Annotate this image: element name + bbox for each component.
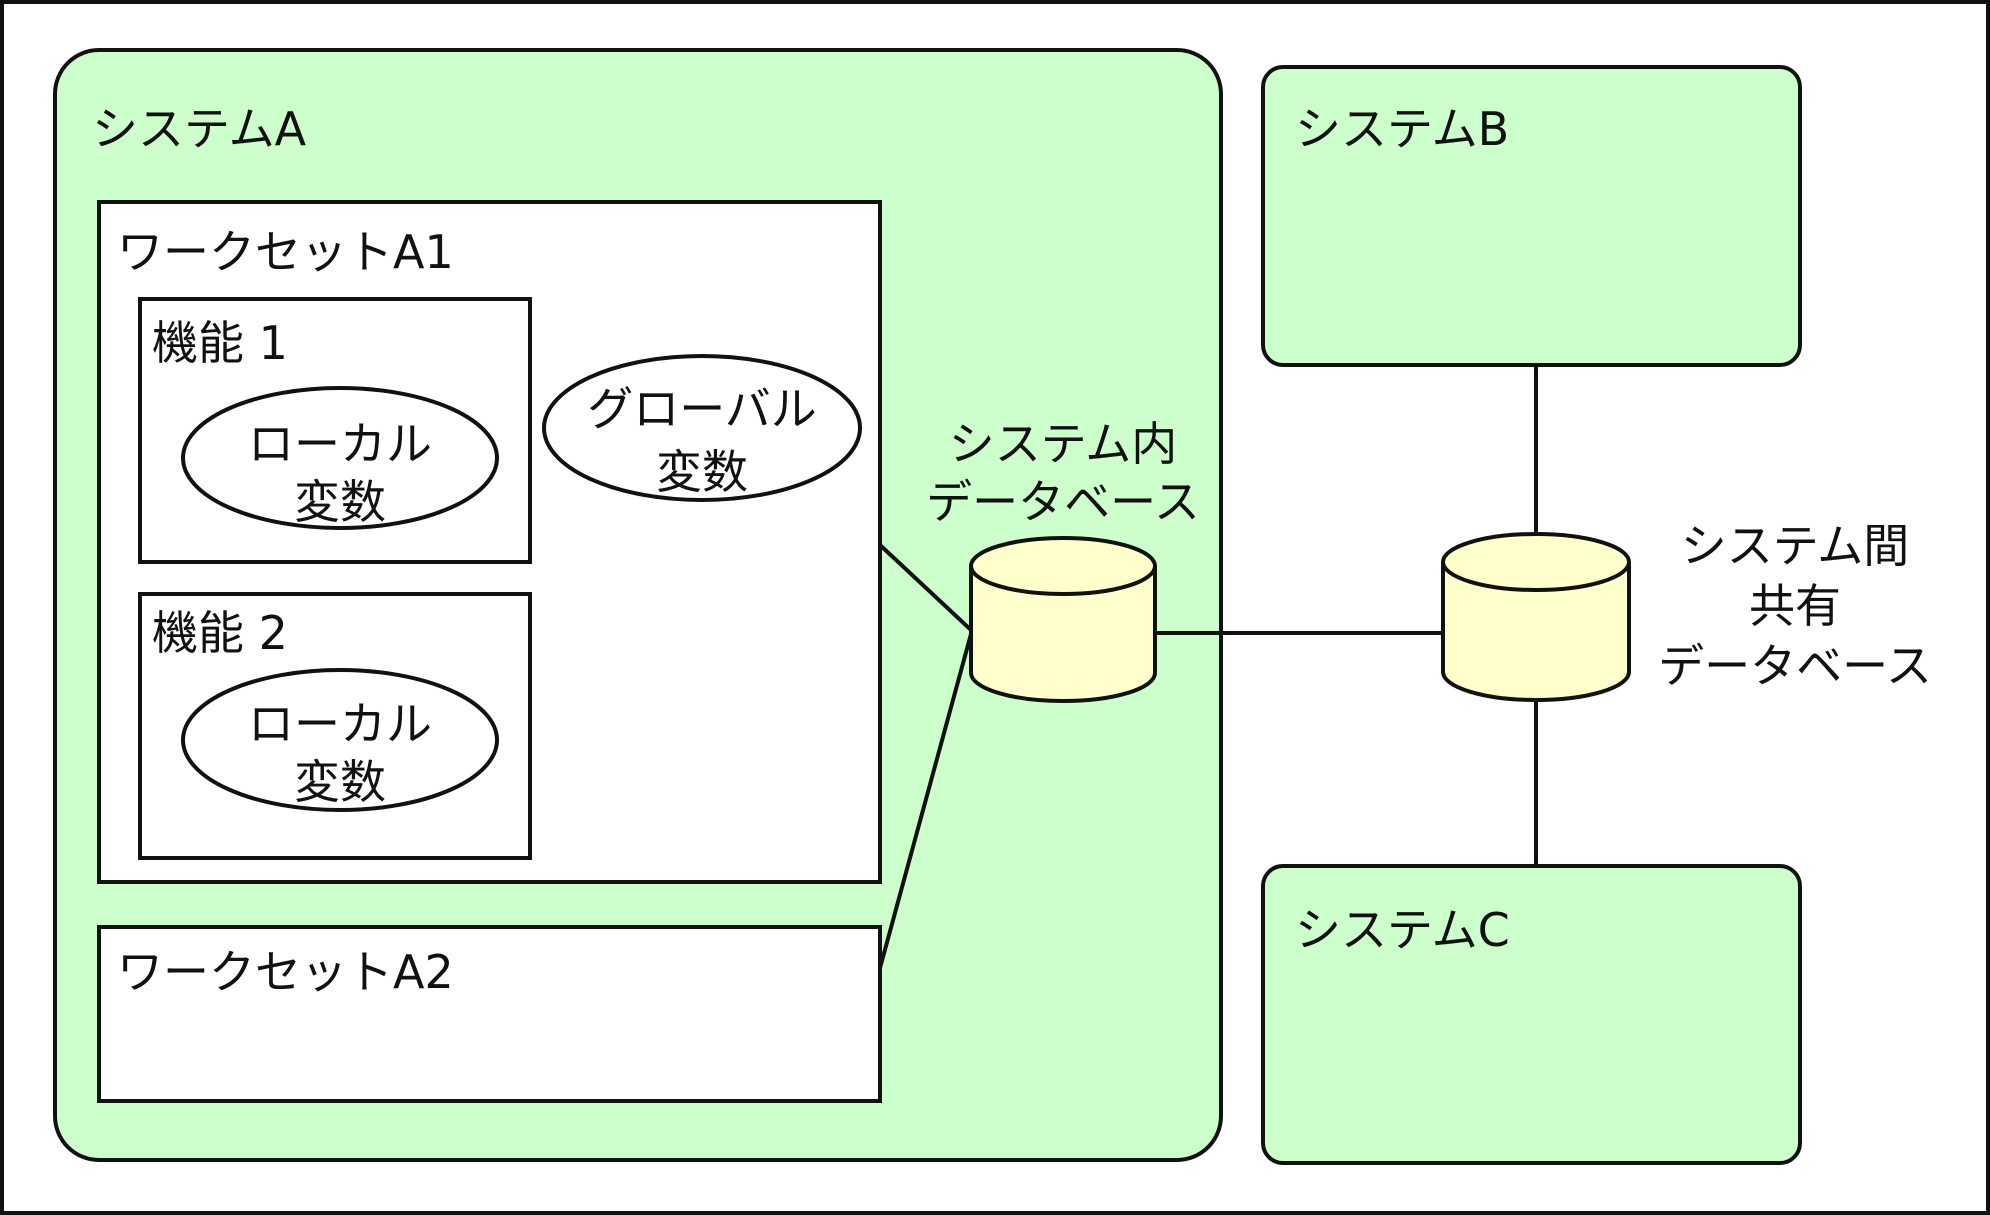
shared-database-label-line1: システム間	[1681, 519, 1910, 573]
system-b-label: システムB	[1295, 102, 1509, 156]
shared-database-label-line3: データベース	[1658, 639, 1932, 693]
function-1-label: 機能 1	[152, 316, 288, 370]
internal-database-label-line1: システム内	[949, 417, 1178, 471]
workset-a2-label: ワークセットA2	[117, 945, 454, 999]
architecture-diagram: システムA ワークセットA1 機能 1 ローカル 変数 機能 2 ローカル 変数…	[0, 0, 1990, 1215]
local-variable-1-label-line1: ローカル	[248, 417, 432, 471]
internal-database-icon	[969, 536, 1157, 703]
local-variable-1-label-line2: 変数	[294, 475, 386, 529]
system-c-label: システムC	[1295, 903, 1510, 957]
system-a-label: システムA	[92, 102, 307, 156]
workset-a1-label: ワークセットA1	[117, 225, 454, 279]
shared-database-label-line2: 共有	[1749, 579, 1841, 633]
local-variable-2-label-line2: 変数	[294, 755, 386, 809]
global-variable-label-line2: 変数	[656, 445, 748, 499]
local-variable-2-label-line1: ローカル	[248, 697, 432, 751]
shared-database-icon	[1441, 532, 1631, 702]
function-2-label: 機能 2	[152, 606, 288, 660]
global-variable-label-line1: グローバル	[587, 382, 817, 436]
internal-database-label-line2: データベース	[926, 475, 1200, 529]
